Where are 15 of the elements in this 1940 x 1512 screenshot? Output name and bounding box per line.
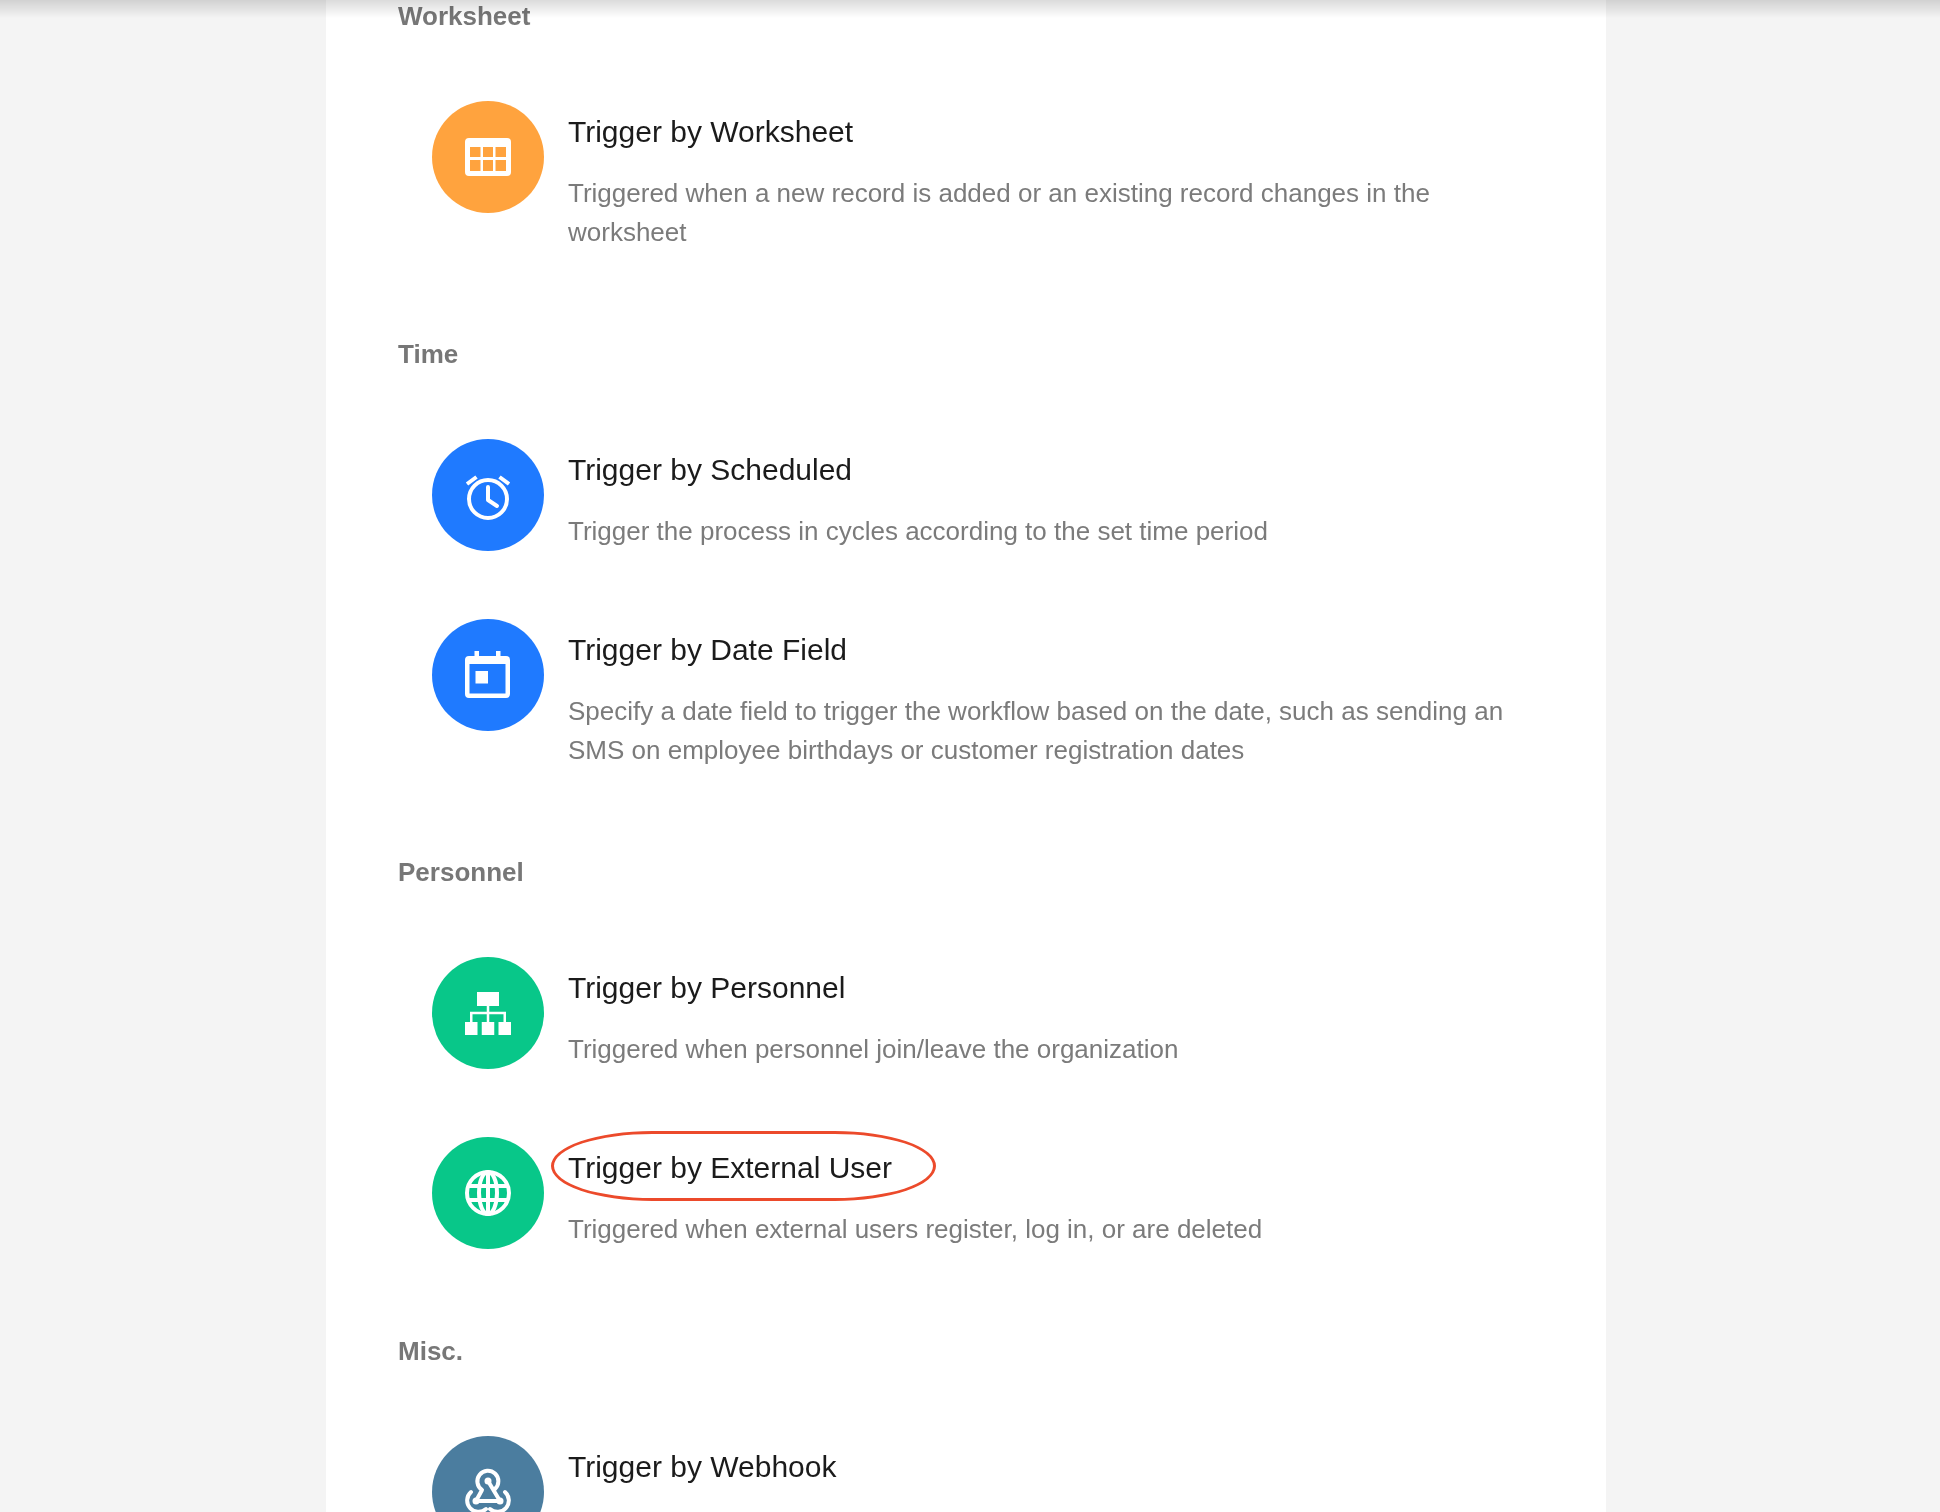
section-heading: Personnel xyxy=(398,857,524,887)
trigger-description: Triggered when personnel join/leave the organization xyxy=(568,1033,1179,1066)
trigger-description: Trigger the process in cycles according to the set time period xyxy=(568,515,1268,548)
trigger-title[interactable]: Trigger by Webhook xyxy=(568,1447,837,1487)
section-heading: Worksheet xyxy=(398,1,531,31)
trigger-title[interactable]: Trigger by Personnel xyxy=(568,968,846,1008)
section-heading: Time xyxy=(398,339,459,369)
trigger-title[interactable]: Trigger by Date Field xyxy=(568,630,847,670)
trigger-description: Specify a date field to trigger the workflow based on the date, such as sending an SMS on employee birthdays or customer registration dates xyxy=(568,695,1505,767)
trigger-title[interactable]: Trigger by Worksheet xyxy=(568,112,854,152)
trigger-description: Triggered when external users register, log in, or are deleted xyxy=(568,1213,1263,1246)
section-heading: Misc. xyxy=(398,1336,464,1366)
trigger-title[interactable]: Trigger by External User xyxy=(568,1148,892,1188)
trigger-description: Triggered when a new record is added or an existing record changes in the worksheet xyxy=(568,177,1431,249)
trigger-title[interactable]: Trigger by Scheduled xyxy=(568,450,853,490)
